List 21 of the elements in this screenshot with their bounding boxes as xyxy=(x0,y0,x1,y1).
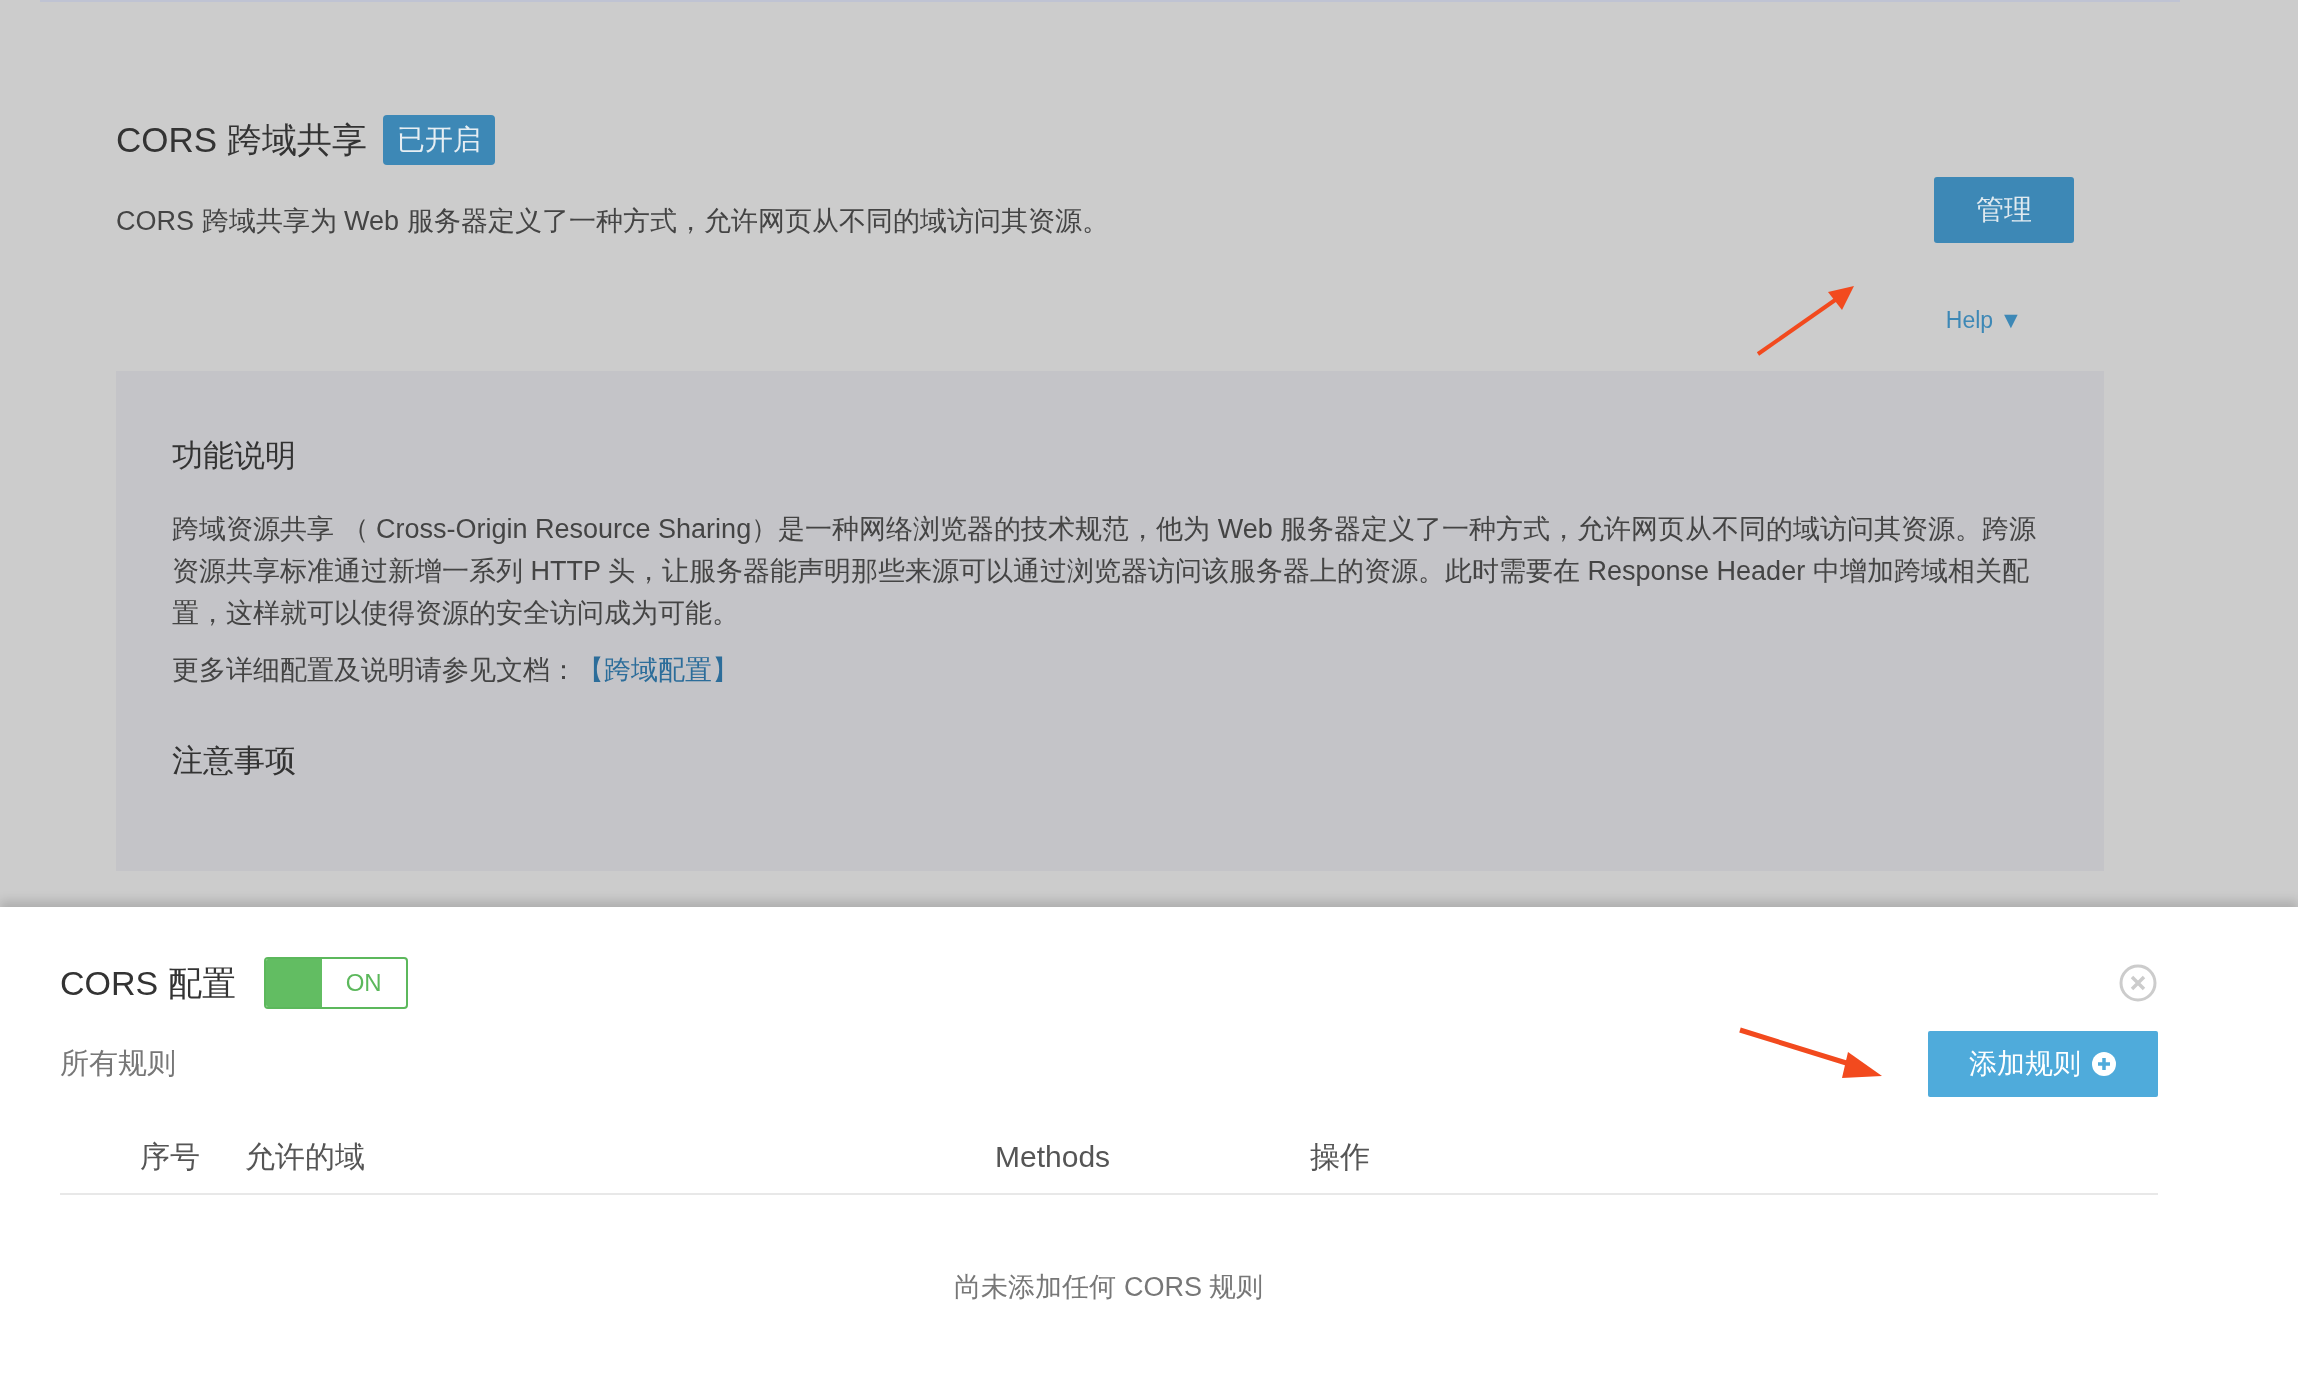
section-title: CORS 跨域共享 xyxy=(116,119,367,161)
toggle-switch[interactable]: ON xyxy=(263,957,408,1009)
description-paragraph: 跨域资源共享 （ Cross-Origin Resource Sharing）是一种网络浏览器的技术规范，他为 Web 服务器定义了一种方式，允许网页从不同的域访问其资源。跨源资源共享标准通过新增一系列 HTTP 头，让服务器能声明那些来源可以通过浏览器访问该服务器上的资源。此时需要在 Response Header 中增加跨域相关配置，这样就可以使得资源的安全访问成为可能。 xyxy=(172,512,2038,630)
empty-message: 尚未添加任何 CORS 规则 xyxy=(953,1271,1265,1304)
panel-title: CORS 配置 xyxy=(60,962,236,1004)
manage-button[interactable]: 管理 xyxy=(1934,176,2074,243)
section-heading: 注意事项 xyxy=(172,742,297,780)
column-header: Methods xyxy=(995,1138,1111,1175)
docs-reference: 更多详细配置及说明请参见文档：【跨域配置】 xyxy=(172,653,740,687)
status-badge: 已开启 xyxy=(382,115,495,166)
docs-link[interactable]: 【跨域配置】 xyxy=(577,654,739,685)
column-header: 操作 xyxy=(1310,1138,1371,1175)
column-header: 允许的域 xyxy=(245,1138,365,1175)
close-icon[interactable] xyxy=(2118,963,2158,1003)
section-heading: 功能说明 xyxy=(172,437,297,475)
section-description: CORS 跨域共享为 Web 服务器定义了一种方式，允许网页从不同的域访问其资源。 xyxy=(116,204,1109,238)
rules-label: 所有规则 xyxy=(60,1046,176,1082)
plus-icon xyxy=(2091,1051,2117,1077)
column-header: 序号 xyxy=(140,1138,200,1175)
help-link[interactable]: Help ▼ xyxy=(1945,302,2023,337)
add-rule-button[interactable]: 添加规则 xyxy=(1928,1031,2158,1097)
